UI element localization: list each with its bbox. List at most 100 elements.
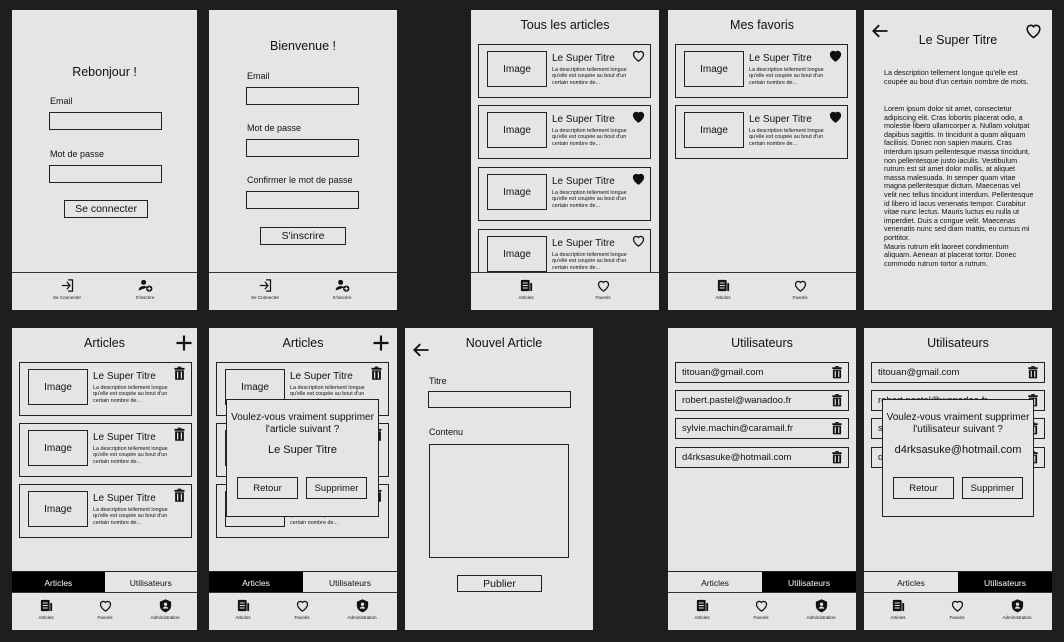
- article-card[interactable]: Image Le Super Titre La description tell…: [19, 423, 192, 477]
- nav-articles[interactable]: Articles: [16, 598, 76, 620]
- register-greeting: Bienvenue !: [269, 39, 337, 53]
- article-image: Image: [28, 491, 88, 527]
- users-delete-screen: Utilisateurs titouan@gmail.com robert.pa…: [864, 328, 1052, 630]
- article-card[interactable]: Image Le Super Titre La description tell…: [478, 105, 651, 159]
- article-detail-screen: Le Super Titre La description tellement …: [864, 10, 1052, 310]
- heart-filled-icon[interactable]: [631, 109, 646, 124]
- nav-favorites[interactable]: Favoris: [927, 598, 987, 620]
- article-title: Le Super Titre: [749, 114, 812, 125]
- article-card[interactable]: Image Le Super Titre La description tell…: [19, 362, 192, 416]
- trash-icon[interactable]: [172, 366, 187, 381]
- heart-icon[interactable]: [631, 233, 646, 248]
- heart-icon: [295, 598, 310, 613]
- heart-filled-icon[interactable]: [631, 171, 646, 186]
- nav-articles[interactable]: Articles: [693, 278, 753, 300]
- trash-icon[interactable]: [830, 393, 844, 408]
- nav-register[interactable]: S'inscrire: [312, 278, 372, 300]
- bottom-nav: Articles Favoris Administration: [12, 592, 197, 630]
- login-greeting: Rebonjour !: [72, 65, 137, 79]
- nav-favorites-label: Favoris: [949, 615, 965, 620]
- article-desc: La description tellement longue qu'elle …: [93, 385, 168, 404]
- article-desc: La description tellement longue qu'elle …: [552, 67, 627, 86]
- title-label: Titre: [429, 376, 447, 386]
- register-button[interactable]: S'inscrire: [260, 227, 346, 245]
- tab-users[interactable]: Utilisateurs: [762, 571, 856, 593]
- nav-admin[interactable]: Administration: [791, 598, 851, 620]
- article-card[interactable]: Image Le Super Titre La description tell…: [19, 484, 192, 538]
- user-row[interactable]: robert.pastel@wanadoo.fr: [675, 390, 849, 411]
- nav-favorites[interactable]: Favoris: [573, 278, 633, 300]
- page-title: Articles: [282, 336, 324, 350]
- nav-admin[interactable]: Administration: [987, 598, 1047, 620]
- back-button[interactable]: Retour: [893, 477, 954, 499]
- article-title: Le Super Titre: [918, 33, 998, 47]
- trash-icon[interactable]: [172, 488, 187, 503]
- heart-filled-icon[interactable]: [828, 48, 843, 63]
- login-button[interactable]: Se connecter: [64, 200, 148, 218]
- tab-articles[interactable]: Articles: [12, 571, 105, 593]
- tab-users[interactable]: Utilisateurs: [104, 571, 197, 593]
- nav-admin-label: Administration: [150, 615, 180, 620]
- login-icon: [60, 278, 75, 293]
- heart-filled-icon[interactable]: [828, 109, 843, 124]
- user-row[interactable]: titouan@gmail.com: [675, 362, 849, 383]
- user-row[interactable]: titouan@gmail.com: [871, 362, 1045, 383]
- tab-articles[interactable]: Articles: [668, 571, 762, 593]
- trash-icon[interactable]: [369, 366, 384, 381]
- plus-icon[interactable]: [371, 333, 391, 353]
- nav-articles[interactable]: Articles: [213, 598, 273, 620]
- nav-articles-label: Articles: [890, 615, 906, 620]
- article-card[interactable]: Image Le Super Titre La description tell…: [675, 44, 848, 98]
- article-desc: La description tellement longue qu'elle …: [93, 446, 168, 465]
- nav-login[interactable]: Se Connecter: [37, 278, 97, 300]
- trash-icon[interactable]: [1026, 365, 1040, 380]
- nav-articles[interactable]: Articles: [868, 598, 928, 620]
- email-field[interactable]: [246, 87, 359, 105]
- heart-icon: [793, 278, 808, 293]
- plus-icon[interactable]: [174, 333, 194, 353]
- back-button[interactable]: Retour: [237, 477, 298, 499]
- heart-icon[interactable]: [631, 48, 646, 63]
- nav-admin[interactable]: Administration: [135, 598, 195, 620]
- nav-favorites[interactable]: Favoris: [731, 598, 791, 620]
- user-row[interactable]: d4rksasuke@hotmail.com: [675, 447, 849, 468]
- trash-icon[interactable]: [830, 450, 844, 465]
- nav-register[interactable]: S'inscrire: [115, 278, 175, 300]
- user-email: d4rksasuke@hotmail.com: [682, 452, 792, 463]
- content-field[interactable]: [429, 444, 569, 558]
- nav-articles-label: Articles: [715, 295, 731, 300]
- password-field[interactable]: [246, 139, 359, 157]
- password-field[interactable]: [49, 165, 162, 183]
- tab-users[interactable]: Utilisateurs: [303, 571, 397, 593]
- trash-icon[interactable]: [830, 365, 844, 380]
- user-row[interactable]: sylvie.machin@caramail.fr: [675, 418, 849, 439]
- article-card[interactable]: Image Le Super Titre La description tell…: [478, 44, 651, 98]
- password-label: Mot de passe: [50, 149, 105, 159]
- delete-button[interactable]: Supprimer: [306, 477, 367, 499]
- nav-admin[interactable]: Administration: [332, 598, 392, 620]
- title-field[interactable]: [428, 391, 571, 408]
- trash-icon[interactable]: [830, 421, 844, 436]
- nav-favorites[interactable]: Favoris: [75, 598, 135, 620]
- nav-articles[interactable]: Articles: [672, 598, 732, 620]
- tab-articles[interactable]: Articles: [209, 571, 303, 593]
- nav-favorites[interactable]: Favoris: [770, 278, 830, 300]
- nav-articles[interactable]: Articles: [496, 278, 556, 300]
- trash-icon[interactable]: [172, 427, 187, 442]
- dialog-question: Voulez-vous vraiment supprimer l'article…: [231, 412, 374, 435]
- nav-favorites[interactable]: Favoris: [272, 598, 332, 620]
- delete-button[interactable]: Supprimer: [962, 477, 1023, 499]
- admin-tabs: Articles Utilisateurs: [668, 571, 856, 593]
- page-title: Utilisateurs: [731, 336, 793, 350]
- article-card[interactable]: Image Le Super Titre La description tell…: [675, 105, 848, 159]
- user-email: robert.pastel@wanadoo.fr: [682, 395, 792, 406]
- article-image: Image: [28, 430, 88, 466]
- admin-tabs: Articles Utilisateurs: [12, 571, 197, 593]
- nav-login[interactable]: Se Connecter: [235, 278, 295, 300]
- article-card[interactable]: Image Le Super Titre La description tell…: [478, 167, 651, 221]
- tab-users[interactable]: Utilisateurs: [958, 571, 1052, 593]
- confirm-password-field[interactable]: [246, 191, 359, 209]
- email-field[interactable]: [49, 112, 162, 130]
- publish-button[interactable]: Publier: [457, 575, 542, 592]
- tab-articles[interactable]: Articles: [864, 571, 958, 593]
